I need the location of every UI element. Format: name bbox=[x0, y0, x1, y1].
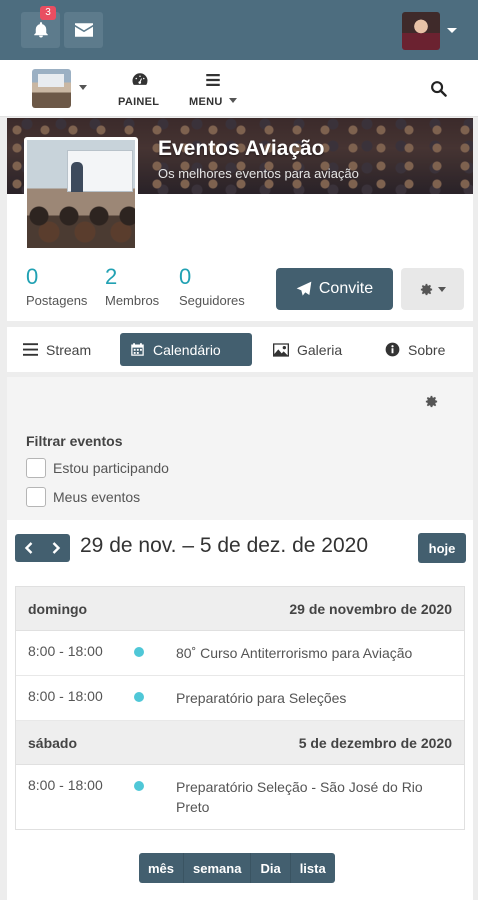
space-chooser-thumbnail[interactable] bbox=[32, 69, 71, 108]
filter-attending-checkbox[interactable] bbox=[26, 458, 46, 478]
tab-gallery-label: Galeria bbox=[297, 341, 343, 358]
calendar-icon bbox=[131, 343, 144, 356]
caret-down-icon bbox=[438, 286, 446, 292]
tab-gallery[interactable]: Galeria bbox=[263, 333, 352, 366]
space-title: Eventos Aviação bbox=[158, 137, 325, 160]
tab-calendar-label: Calendário bbox=[153, 341, 221, 358]
paper-plane-icon bbox=[296, 281, 312, 296]
user-menu-caret-icon[interactable] bbox=[447, 28, 457, 33]
gear-icon bbox=[420, 283, 433, 295]
chevron-right-icon bbox=[52, 542, 61, 554]
view-list-button[interactable]: lista bbox=[289, 853, 335, 883]
space-chooser-caret-icon[interactable] bbox=[79, 85, 87, 90]
stat-posts-label: Postagens bbox=[26, 293, 88, 308]
info-icon bbox=[385, 342, 400, 357]
nav-menu[interactable]: MENU bbox=[189, 70, 237, 108]
calendar-range-title: 29 de nov. – 5 de dez. de 2020 bbox=[80, 534, 369, 557]
filter-my-events-checkbox[interactable] bbox=[26, 487, 46, 507]
space-tabs: Stream Calendário Galeria Sobre bbox=[7, 327, 473, 372]
stat-posts-value: 0 bbox=[26, 264, 39, 289]
space-settings-button[interactable] bbox=[401, 268, 464, 310]
day-date: 5 de dezembro de 2020 bbox=[298, 734, 452, 751]
event-time: 8:00 - 18:00 bbox=[28, 688, 103, 704]
event-time: 8:00 - 18:00 bbox=[28, 777, 103, 793]
stat-posts[interactable]: 0 Postagens bbox=[26, 264, 87, 308]
chevron-left-icon bbox=[24, 542, 33, 554]
view-month-button[interactable]: mês bbox=[139, 853, 183, 883]
today-button[interactable]: hoje bbox=[418, 533, 466, 563]
menu-caret-icon bbox=[228, 98, 237, 103]
space-navbar: PAINEL MENU bbox=[0, 60, 478, 117]
view-day-button[interactable]: Dia bbox=[250, 853, 289, 883]
tab-stream-label: Stream bbox=[46, 341, 92, 358]
filter-attending-label[interactable]: Estou participando bbox=[53, 460, 169, 476]
notifications-button[interactable]: 3 bbox=[21, 6, 60, 48]
notifications-badge: 3 bbox=[40, 6, 56, 20]
event-time: 8:00 - 18:00 bbox=[28, 643, 103, 659]
top-bar: 3 bbox=[0, 0, 478, 60]
stat-members[interactable]: 2 Membros bbox=[105, 264, 159, 308]
view-week-button[interactable]: semana bbox=[183, 853, 250, 883]
stat-followers[interactable]: 0 Seguidores bbox=[179, 264, 245, 308]
event-row[interactable]: 8:00 - 18:00 Preparatório Seleção - São … bbox=[16, 765, 464, 829]
messages-button[interactable] bbox=[64, 12, 103, 48]
dashboard-icon bbox=[132, 73, 148, 85]
invite-button-label: Convite bbox=[318, 280, 374, 297]
event-title[interactable]: Preparatório para Seleções bbox=[176, 688, 452, 708]
event-dot-icon bbox=[134, 781, 144, 791]
invite-button[interactable]: Convite bbox=[276, 268, 393, 310]
space-profile-image bbox=[24, 137, 138, 251]
envelope-icon bbox=[74, 23, 93, 37]
calendar-view-switcher: mês semana Dia lista bbox=[139, 853, 335, 883]
calendar-settings-button[interactable] bbox=[424, 394, 439, 414]
filter-title: Filtrar eventos bbox=[26, 433, 123, 449]
calendar-nav bbox=[15, 534, 70, 562]
tab-about-label: Sobre bbox=[408, 341, 446, 358]
event-row[interactable]: 8:00 - 18:00 80˚ Curso Antiterrorismo pa… bbox=[16, 631, 464, 676]
event-row[interactable]: 8:00 - 18:00 Preparatório para Seleções bbox=[16, 676, 464, 721]
event-dot-icon bbox=[134, 647, 144, 657]
stat-followers-label: Seguidores bbox=[179, 293, 245, 308]
event-title[interactable]: Preparatório Seleção - São José do Rio P… bbox=[176, 777, 452, 817]
nav-panel[interactable]: PAINEL bbox=[118, 70, 159, 108]
day-header: domingo 29 de novembro de 2020 bbox=[16, 587, 464, 631]
nav-menu-label: MENU bbox=[189, 96, 223, 108]
list-icon bbox=[23, 343, 38, 356]
event-title[interactable]: 80˚ Curso Antiterrorismo para Aviação bbox=[176, 643, 452, 663]
day-date: 29 de novembro de 2020 bbox=[289, 600, 452, 617]
search-icon[interactable] bbox=[430, 80, 447, 97]
event-dot-icon bbox=[134, 692, 144, 702]
nav-panel-label: PAINEL bbox=[118, 96, 160, 108]
tab-stream[interactable]: Stream bbox=[13, 333, 101, 366]
stat-members-value: 2 bbox=[105, 264, 118, 289]
day-weekday: domingo bbox=[28, 600, 88, 617]
day-header: sábado 5 de dezembro de 2020 bbox=[16, 721, 464, 765]
space-subtitle: Os melhores eventos para aviação bbox=[158, 166, 359, 181]
prev-button[interactable] bbox=[15, 534, 43, 562]
tab-calendar[interactable]: Calendário bbox=[120, 333, 252, 366]
user-avatar[interactable] bbox=[402, 12, 440, 50]
bars-icon bbox=[206, 74, 220, 86]
next-button[interactable] bbox=[43, 534, 71, 562]
stat-members-label: Membros bbox=[105, 293, 160, 308]
day-weekday: sábado bbox=[28, 734, 78, 751]
stat-followers-value: 0 bbox=[179, 264, 192, 289]
tab-about[interactable]: Sobre bbox=[375, 333, 455, 366]
bell-icon bbox=[33, 22, 48, 38]
event-list: domingo 29 de novembro de 2020 8:00 - 18… bbox=[15, 586, 465, 830]
image-icon bbox=[273, 342, 289, 357]
gear-icon bbox=[425, 395, 438, 408]
filter-my-events-label[interactable]: Meus eventos bbox=[53, 489, 140, 505]
